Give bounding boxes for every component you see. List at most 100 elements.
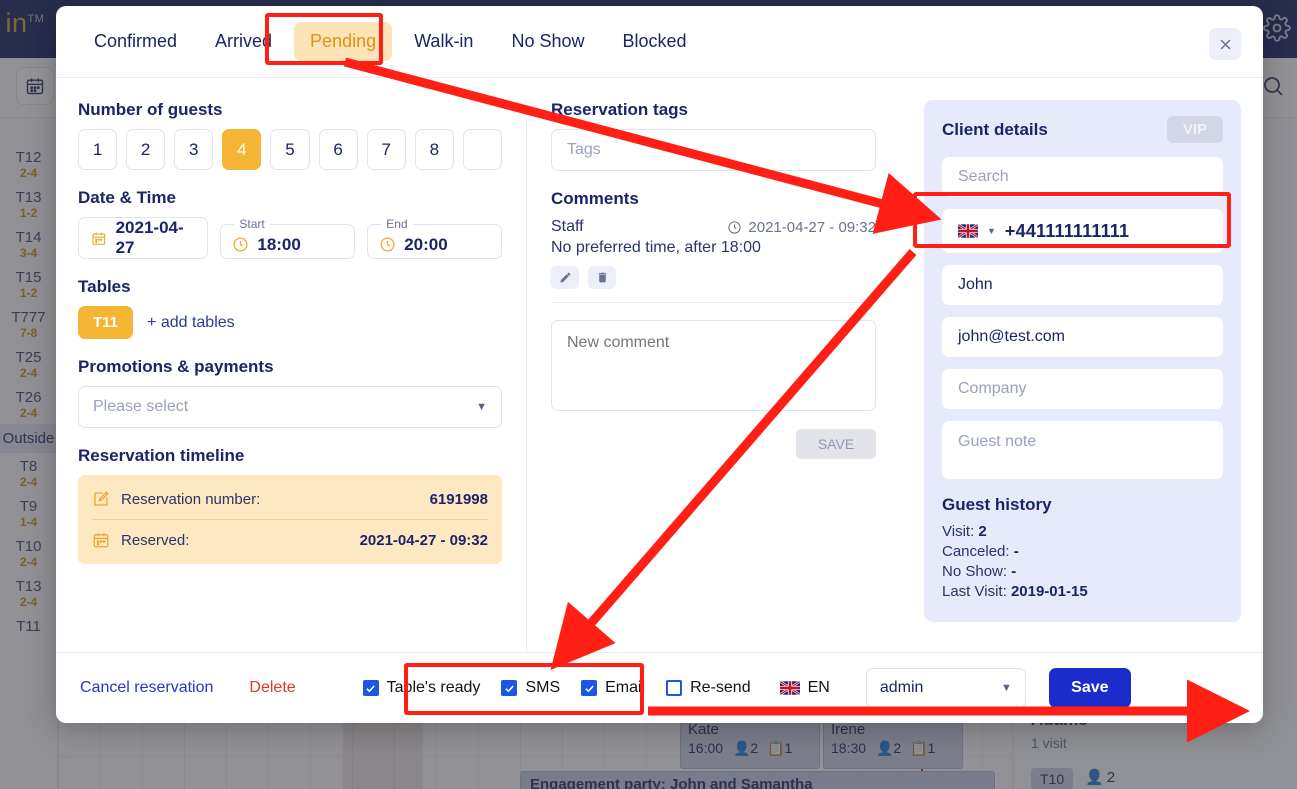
save-button[interactable]: Save <box>1049 668 1131 708</box>
guest-count-6[interactable]: 6 <box>319 129 358 170</box>
tab-no-show[interactable]: No Show <box>495 22 600 61</box>
guest-history-row: Visit: 2 <box>942 522 1223 542</box>
client-phone-field[interactable]: ▼ +441111111111 <box>942 209 1223 253</box>
date-field[interactable]: 2021-04-27 <box>78 217 208 259</box>
end-time-legend: End <box>381 217 412 231</box>
tab-blocked[interactable]: Blocked <box>607 22 703 61</box>
cancel-reservation-button[interactable]: Cancel reservation <box>80 679 213 697</box>
client-search-placeholder: Search <box>958 168 1009 186</box>
checkbox-table-s-ready[interactable]: Table's ready <box>363 679 481 697</box>
comment-actions <box>551 266 876 303</box>
promotions-heading: Promotions & payments <box>78 357 502 377</box>
clock-icon <box>379 236 396 253</box>
clock-icon <box>232 236 249 253</box>
guest-count-more[interactable] <box>463 129 502 170</box>
checkbox-re-send[interactable]: Re-send <box>666 679 750 697</box>
start-time-legend: Start <box>234 217 269 231</box>
client-details-card: Client details VIP Search <box>924 100 1241 622</box>
tab-arrived[interactable]: Arrived <box>199 22 288 61</box>
tab-pending[interactable]: Pending <box>294 22 392 61</box>
comment-text: No preferred time, after 18:00 <box>551 239 876 257</box>
checkbox-label: SMS <box>525 679 560 697</box>
timeline-row: Reservation number: 6191998 <box>92 479 488 519</box>
new-comment-input[interactable] <box>551 320 876 411</box>
modal-footer: Cancel reservation Delete Table's ready S… <box>56 652 1263 723</box>
guest-history-row: No Show: - <box>942 562 1223 582</box>
timeline-value: 2021-04-27 - 09:32 <box>360 532 488 549</box>
save-comment-button[interactable]: SAVE <box>796 429 876 459</box>
promotions-select[interactable]: Please select ▼ <box>78 386 502 428</box>
chevron-down-icon: ▼ <box>476 401 487 413</box>
tags-placeholder: Tags <box>567 141 601 159</box>
guest-history-row: Canceled: - <box>942 542 1223 562</box>
client-card-header: Client details VIP <box>942 116 1223 143</box>
end-time-field[interactable]: End 20:00 <box>367 217 502 259</box>
history-label: No Show: <box>942 563 1007 580</box>
guest-count-2[interactable]: 2 <box>126 129 165 170</box>
client-search-input[interactable]: Search <box>942 157 1223 197</box>
checkbox-empty-icon <box>666 680 682 696</box>
checkbox-sms[interactable]: SMS <box>501 679 560 697</box>
checkmark-icon <box>501 680 517 696</box>
clock-icon <box>727 220 742 235</box>
guest-count-3[interactable]: 3 <box>174 129 213 170</box>
client-details-heading: Client details <box>942 120 1048 140</box>
user-value: admin <box>880 679 924 697</box>
guest-count-1[interactable]: 1 <box>78 129 117 170</box>
comment-author: Staff <box>551 218 584 236</box>
tab-walk-in[interactable]: Walk-in <box>398 22 489 61</box>
checkmark-icon <box>581 680 597 696</box>
guest-history-list: Visit: 2Canceled: -No Show: -Last Visit:… <box>942 522 1223 602</box>
trash-icon[interactable] <box>588 266 616 289</box>
tab-confirmed[interactable]: Confirmed <box>78 22 193 61</box>
tags-comments-column: Reservation tags Tags Comments Staff 202… <box>526 100 900 652</box>
edit-square-icon <box>92 490 110 508</box>
comment-timestamp: 2021-04-27 - 09:32 <box>727 219 876 236</box>
checkbox-label: Table's ready <box>387 679 481 697</box>
promotions-placeholder: Please select <box>93 398 188 416</box>
table-chip[interactable]: T11 <box>78 306 133 339</box>
modal-body: Number of guests 12345678 Date & Time 20… <box>56 77 1263 652</box>
start-time-field[interactable]: Start 18:00 <box>220 217 355 259</box>
guest-count-7[interactable]: 7 <box>367 129 406 170</box>
delete-button[interactable]: Delete <box>249 679 295 697</box>
guest-count-5[interactable]: 5 <box>270 129 309 170</box>
reservation-timeline: Reservation number: 6191998 Reserved: <box>78 475 502 564</box>
history-value: - <box>1011 563 1016 580</box>
client-name-field[interactable]: John <box>942 265 1223 305</box>
close-icon[interactable] <box>1209 28 1241 60</box>
comments-heading: Comments <box>551 189 876 209</box>
tags-input[interactable]: Tags <box>551 129 876 171</box>
timeline-row: Reserved: 2021-04-27 - 09:32 <box>92 519 488 560</box>
checkbox-email[interactable]: Email <box>581 679 645 697</box>
datetime-row: 2021-04-27 Start 18:00 End <box>78 217 502 259</box>
client-email-value: john@test.com <box>958 328 1065 346</box>
datetime-heading: Date & Time <box>78 188 502 208</box>
checkbox-label: Re-send <box>690 679 750 697</box>
guest-count-8[interactable]: 8 <box>415 129 454 170</box>
end-time-value: 20:00 <box>404 235 447 255</box>
history-label: Visit: <box>942 523 974 540</box>
guest-note-field[interactable]: Guest note <box>942 421 1223 479</box>
language-selector[interactable]: EN <box>780 679 830 697</box>
guest-count-4[interactable]: 4 <box>222 129 261 170</box>
calendar-icon <box>92 531 110 549</box>
client-name-value: John <box>958 276 993 294</box>
history-value: - <box>1014 543 1019 560</box>
history-value: 2 <box>978 523 986 540</box>
chevron-down-icon[interactable]: ▼ <box>987 226 996 236</box>
vip-badge[interactable]: VIP <box>1167 116 1223 143</box>
guest-note-placeholder: Guest note <box>958 433 1036 450</box>
client-company-placeholder: Company <box>958 380 1026 398</box>
user-select[interactable]: admin ▼ <box>866 668 1026 708</box>
pencil-icon[interactable] <box>551 266 579 289</box>
client-email-field[interactable]: john@test.com <box>942 317 1223 357</box>
calendar-icon <box>91 230 107 247</box>
guest-count-selector[interactable]: 12345678 <box>78 129 502 170</box>
timeline-heading: Reservation timeline <box>78 446 502 466</box>
comment-header: Staff 2021-04-27 - 09:32 <box>551 218 876 236</box>
language-label: EN <box>808 679 830 697</box>
uk-flag-icon <box>780 681 800 695</box>
client-company-field[interactable]: Company <box>942 369 1223 409</box>
add-tables-button[interactable]: + add tables <box>147 314 235 332</box>
